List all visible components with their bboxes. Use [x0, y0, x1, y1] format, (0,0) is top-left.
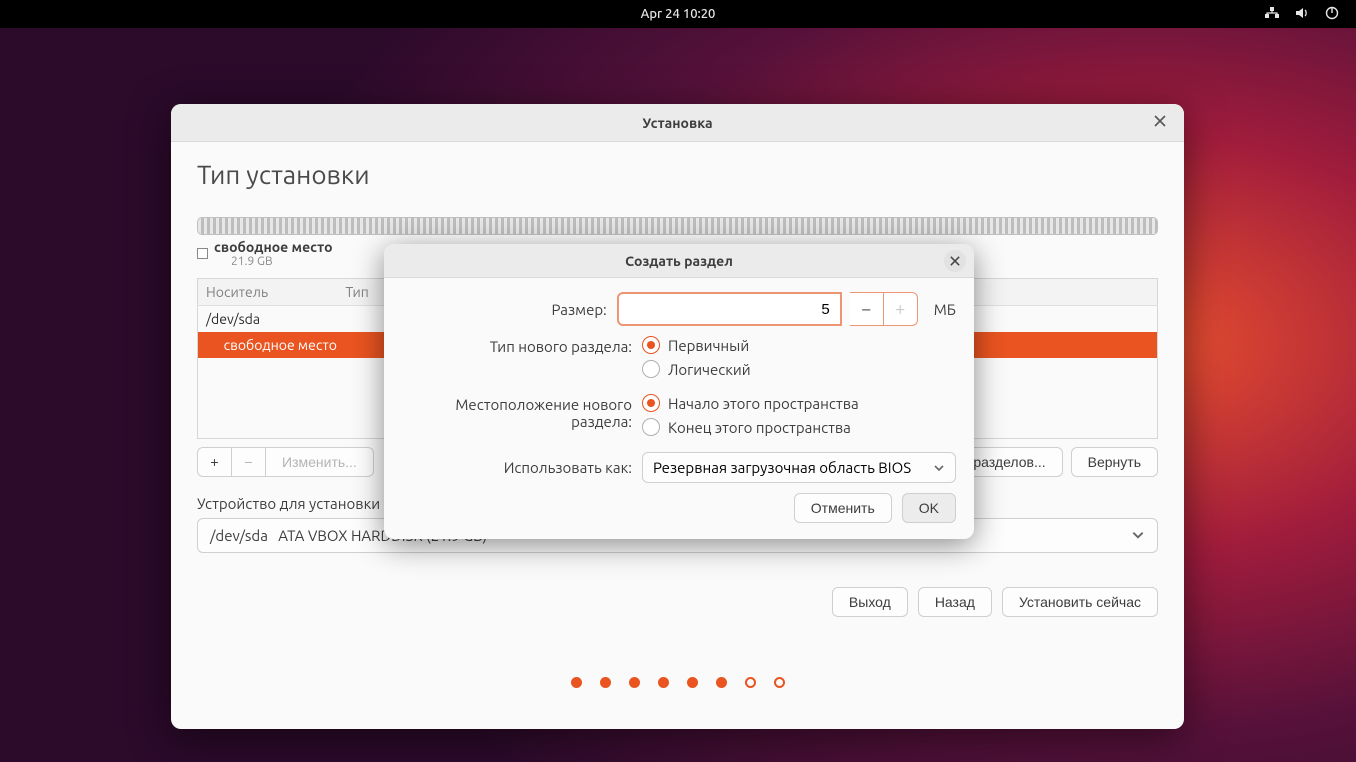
window-titlebar: Установка: [171, 104, 1184, 142]
free-space-swatch: [197, 248, 208, 259]
add-partition-button[interactable]: +: [197, 447, 231, 477]
use-as-label: Использовать как:: [402, 459, 642, 476]
power-icon[interactable]: [1324, 5, 1340, 24]
quit-button[interactable]: Выход: [832, 587, 908, 617]
ok-button[interactable]: OK: [902, 493, 956, 523]
footer-buttons: Выход Назад Установить сейчас: [197, 587, 1158, 617]
radio-begin-label: Начало этого пространства: [668, 395, 859, 412]
radio-primary[interactable]: Первичный: [642, 336, 751, 354]
partition-type-label: Тип нового раздела:: [402, 336, 642, 355]
page-title: Тип установки: [197, 160, 1158, 189]
progress-dot: [600, 677, 611, 688]
size-label: Размер:: [402, 301, 617, 318]
use-as-select[interactable]: Резервная загрузочная область BIOS: [642, 452, 956, 483]
free-space-size: 21.9 GB: [231, 255, 333, 268]
radio-icon: [642, 394, 660, 412]
dialog-title: Создать раздел: [625, 253, 733, 269]
size-decrement-button[interactable]: −: [850, 292, 884, 326]
dialog-body: Размер: − + МБ Тип нового раздела: Перви…: [384, 278, 974, 539]
free-space-label: свободное место: [214, 239, 333, 255]
radio-logical-label: Логический: [668, 361, 751, 378]
back-button[interactable]: Назад: [918, 587, 992, 617]
progress-dot: [716, 677, 727, 688]
progress-dot: [687, 677, 698, 688]
topbar-datetime[interactable]: Apr 24 10:20: [641, 7, 716, 21]
dialog-close-button[interactable]: [944, 250, 966, 272]
progress-dot: [774, 677, 785, 688]
radio-end-label: Конец этого пространства: [668, 419, 851, 436]
progress-dot: [629, 677, 640, 688]
cancel-button[interactable]: Отменить: [794, 493, 892, 523]
progress-dot: [571, 677, 582, 688]
radio-primary-label: Первичный: [668, 337, 749, 354]
size-increment-button[interactable]: +: [884, 292, 918, 326]
change-partition-button: Изменить...: [265, 447, 374, 477]
radio-icon: [642, 418, 660, 436]
size-input[interactable]: [617, 292, 842, 326]
progress-dot: [658, 677, 669, 688]
size-unit: МБ: [934, 301, 956, 318]
location-label: Местоположение нового раздела:: [402, 394, 642, 430]
partition-ruler[interactable]: [197, 217, 1158, 235]
window-close-icon[interactable]: [1154, 114, 1172, 132]
size-control: − + МБ: [617, 292, 956, 326]
window-title: Установка: [642, 115, 712, 131]
topbar-tray: [1264, 5, 1340, 24]
radio-location-end[interactable]: Конец этого пространства: [642, 418, 859, 436]
dialog-titlebar: Создать раздел: [384, 244, 974, 278]
chevron-down-icon: [933, 462, 945, 474]
radio-location-begin[interactable]: Начало этого пространства: [642, 394, 859, 412]
revert-button[interactable]: Вернуть: [1071, 447, 1158, 477]
dialog-footer: Отменить OK: [402, 493, 956, 523]
progress-dot: [745, 677, 756, 688]
col-device[interactable]: Носитель: [198, 279, 338, 306]
radio-icon: [642, 360, 660, 378]
chevron-down-icon: [1131, 528, 1145, 542]
radio-icon: [642, 336, 660, 354]
install-button[interactable]: Установить сейчас: [1002, 587, 1158, 617]
gnome-topbar: Apr 24 10:20: [0, 0, 1356, 28]
use-as-value: Резервная загрузочная область BIOS: [653, 459, 911, 476]
create-partition-dialog: Создать раздел Размер: − + МБ Тип нового…: [384, 244, 974, 539]
progress-dots: [197, 677, 1158, 688]
col-type[interactable]: Тип: [338, 279, 378, 306]
remove-partition-button: −: [231, 447, 265, 477]
volume-icon[interactable]: [1294, 5, 1310, 24]
network-icon[interactable]: [1264, 5, 1280, 24]
radio-logical[interactable]: Логический: [642, 360, 751, 378]
